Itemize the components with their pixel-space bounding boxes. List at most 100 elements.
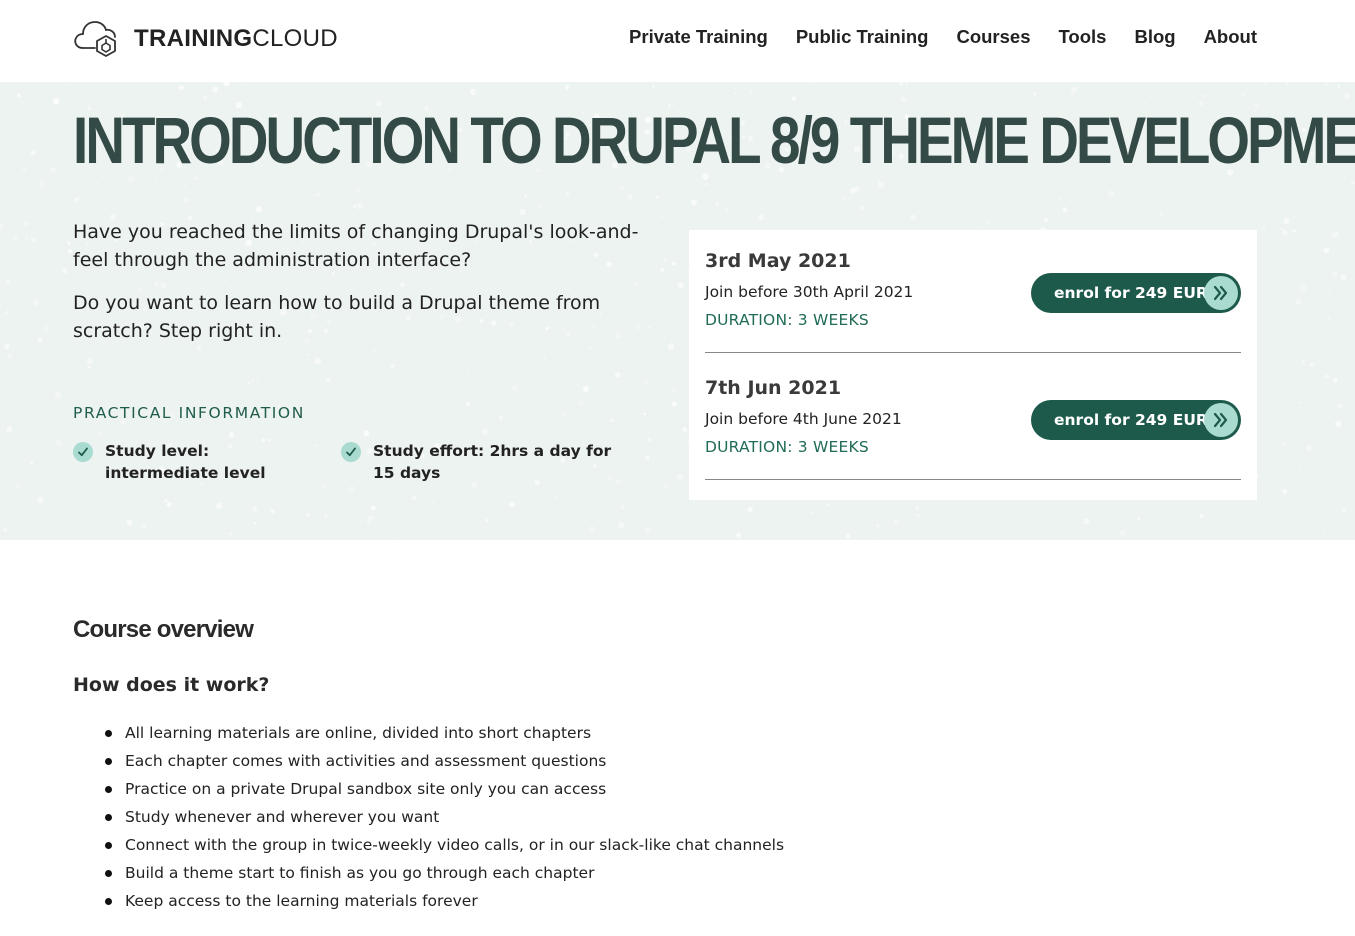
background-speckle [1043,217,1049,223]
list-item: Keep access to the learning materials fo… [105,887,973,915]
background-speckle [326,378,331,383]
background-speckle [390,363,395,368]
background-speckle [140,523,147,530]
background-speckle [910,214,917,221]
background-speckle [561,413,566,417]
background-speckle [1324,374,1329,379]
background-speckle [324,515,328,518]
background-speckle [370,505,376,511]
background-speckle [7,353,12,359]
background-speckle [164,499,168,503]
nav-private-training[interactable]: Private Training [629,26,768,48]
course-date-row: 7th Jun 2021 Join before 4th June 2021 D… [705,357,1241,480]
background-speckle [747,506,753,513]
background-speckle [663,337,666,340]
background-speckle [643,380,649,385]
nav-public-training[interactable]: Public Training [796,26,929,48]
background-speckle [1160,213,1163,216]
nav-tools[interactable]: Tools [1058,26,1106,48]
background-speckle [578,400,584,406]
join-before-text: Join before 4th June 2021 [705,410,902,428]
background-speckle [251,379,255,383]
background-speckle [519,209,526,216]
background-speckle [627,194,633,200]
background-speckle [660,267,665,272]
nav-blog[interactable]: Blog [1134,26,1175,48]
background-speckle [1295,298,1301,305]
background-speckle [52,97,60,105]
background-speckle [915,506,919,509]
background-speckle [860,206,865,211]
background-speckle [30,150,36,156]
background-speckle [1301,359,1305,363]
background-speckle [1280,227,1284,231]
logo-link[interactable]: TRAININGCLOUD [73,18,338,58]
background-speckle [854,185,860,192]
list-item: Each chapter comes with activities and a… [105,747,973,775]
background-speckle [349,485,355,492]
background-speckle [241,82,244,84]
enrol-button[interactable]: enrol for 249 EUR [1031,273,1241,313]
background-speckle [736,532,742,538]
nav-courses[interactable]: Courses [956,26,1030,48]
background-speckle [16,484,21,489]
background-speckle [580,502,584,505]
background-speckle [705,183,708,186]
course-date-row: 3rd May 2021 Join before 30th April 2021… [705,230,1241,353]
background-speckle [1316,211,1319,214]
background-speckle [620,185,624,189]
practical-info-item: Study level: intermediate level [73,440,313,484]
enrol-button[interactable]: enrol for 249 EUR [1031,400,1241,440]
background-speckle [6,426,13,433]
background-speckle [1283,217,1290,225]
background-speckle [715,201,720,207]
double-chevron-right-icon [1204,403,1238,437]
background-speckle [1299,316,1301,319]
background-speckle [1108,190,1115,197]
background-speckle [486,195,490,199]
background-speckle [749,91,754,95]
background-speckle [228,531,233,536]
background-speckle [1316,231,1319,234]
background-speckle [178,85,184,91]
background-speckle [67,241,71,245]
main-nav: Private Training Public Training Courses… [629,26,1257,48]
background-speckle [511,385,518,391]
course-start-date: 3rd May 2021 [705,250,851,272]
background-speckle [1322,531,1326,534]
study-level-text: Study level: intermediate level [105,442,266,482]
background-speckle [610,418,614,423]
background-speckle [885,84,888,87]
background-speckle [465,402,471,407]
background-speckle [677,282,684,289]
background-speckle [355,406,358,409]
nav-about[interactable]: About [1204,26,1257,48]
background-speckle [183,197,189,203]
background-speckle [615,372,621,378]
background-speckle [588,525,596,533]
background-speckle [681,519,684,522]
background-speckle [1335,420,1342,427]
enrol-button-label: enrol for 249 EUR [1054,284,1208,302]
background-speckle [470,89,477,96]
background-speckle [67,82,70,85]
list-item: Connect with the group in twice-weekly v… [105,831,973,859]
background-speckle [1262,225,1266,229]
background-speckle [182,182,187,187]
background-speckle [1292,228,1297,233]
background-speckle [315,444,318,447]
enrol-button-label: enrol for 249 EUR [1054,411,1208,429]
site-header: TRAININGCLOUD Private Training Public Tr… [0,0,1355,82]
background-speckle [1344,93,1350,99]
background-speckle [498,415,503,420]
background-speckle [725,208,730,212]
background-speckle [554,496,557,500]
background-speckle [676,473,683,480]
background-speckle [1199,514,1204,518]
background-speckle [5,279,11,284]
background-speckle [316,193,320,197]
background-speckle [22,166,27,171]
hero-section: INTRODUCTION TO DRUPAL 8/9 THEME DEVELOP… [0,82,1355,540]
background-speckle [126,519,133,526]
background-speckle [87,365,91,369]
